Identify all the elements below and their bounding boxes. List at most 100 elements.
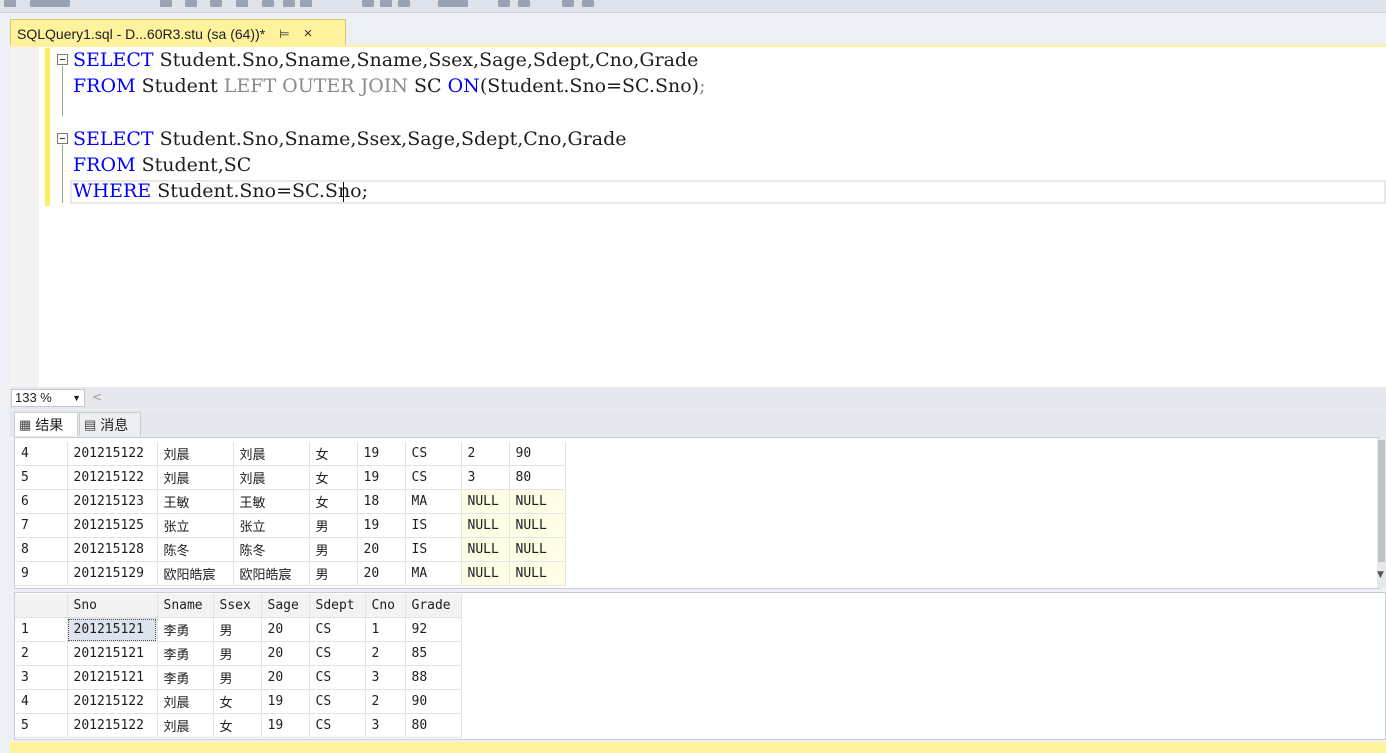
table-cell[interactable]: 201215123 bbox=[67, 489, 158, 514]
table-row[interactable]: 9 201215129 欧阳皓宸 欧阳皓宸男 20 MA NULL NULL bbox=[15, 561, 566, 586]
table-cell[interactable]: MA bbox=[405, 561, 462, 586]
table-cell[interactable]: 刘晨 bbox=[157, 442, 234, 466]
code-line[interactable]: SELECT Student.Sno,Sname,Sname,Ssex,Sage… bbox=[73, 47, 698, 73]
table-cell[interactable]: 女 bbox=[213, 713, 262, 738]
toolbar-dropdown[interactable] bbox=[30, 0, 70, 7]
toolbar-button-icon[interactable] bbox=[518, 0, 530, 7]
table-cell[interactable]: 201215121 bbox=[67, 617, 158, 642]
code-line[interactable]: WHERE Student.Sno=SC.Sno; bbox=[73, 178, 368, 204]
row-number[interactable]: 8 bbox=[15, 537, 68, 562]
table-row[interactable]: 2 201215121 李勇男 20 CS 2 85 bbox=[15, 641, 462, 666]
scroll-thumb[interactable] bbox=[1378, 440, 1385, 562]
toolbar-button-icon[interactable] bbox=[160, 0, 172, 7]
table-cell[interactable]: 201215128 bbox=[67, 537, 158, 562]
table-cell[interactable]: 19 bbox=[261, 713, 310, 738]
table-cell[interactable]: 19 bbox=[261, 689, 310, 714]
table-cell[interactable]: MA bbox=[405, 489, 462, 514]
table-cell[interactable]: 男 bbox=[213, 641, 262, 666]
table-row[interactable]: 5 201215122 刘晨 刘晨女 19 CS 3 80 bbox=[15, 465, 566, 490]
table-cell[interactable]: 陈冬 bbox=[157, 537, 234, 562]
table-cell[interactable]: 201215125 bbox=[67, 513, 158, 538]
query-tab[interactable]: SQLQuery1.sql - D...60R3.stu (sa (64))* … bbox=[10, 19, 346, 47]
table-row[interactable]: 1 201215121 李勇男 20 CS 1 92 bbox=[15, 617, 462, 642]
toolbar-button-icon[interactable] bbox=[210, 0, 222, 7]
table-cell[interactable]: NULL bbox=[509, 489, 566, 514]
table-cell[interactable]: 3 bbox=[365, 665, 406, 690]
table-cell[interactable]: 2 bbox=[461, 442, 510, 466]
column-header[interactable]: Sno bbox=[67, 594, 158, 618]
table-cell[interactable]: 欧阳皓宸 bbox=[157, 561, 234, 586]
table-cell[interactable]: 201215129 bbox=[67, 561, 158, 586]
table-cell[interactable]: NULL bbox=[509, 513, 566, 538]
table-cell[interactable]: 刘晨 bbox=[233, 442, 310, 466]
row-number[interactable]: 6 bbox=[15, 489, 68, 514]
table-cell[interactable]: 刘晨 bbox=[157, 689, 214, 714]
table-cell[interactable]: 90 bbox=[509, 442, 566, 466]
table-cell[interactable]: 201215121 bbox=[67, 665, 158, 690]
table-cell[interactable]: 201215122 bbox=[67, 442, 158, 466]
toolbar-button-icon[interactable] bbox=[362, 0, 374, 7]
table-cell[interactable]: 90 bbox=[405, 689, 462, 714]
toolbar-button-icon[interactable] bbox=[498, 0, 510, 7]
table-cell[interactable]: NULL bbox=[461, 561, 510, 586]
table-cell[interactable]: 18 bbox=[357, 489, 406, 514]
tab-results[interactable]: ▦ 结果 bbox=[14, 412, 78, 436]
table-row[interactable]: 8 201215128 陈冬 陈冬男 20 IS NULL NULL bbox=[15, 537, 566, 562]
table-cell[interactable]: 201215122 bbox=[67, 465, 158, 490]
row-number[interactable]: 2 bbox=[15, 641, 68, 666]
scroll-down-icon[interactable]: ▼ bbox=[1377, 570, 1384, 580]
code-line[interactable]: FROM Student LEFT OUTER JOIN SC ON(Stude… bbox=[73, 73, 705, 99]
table-cell[interactable]: CS bbox=[405, 465, 462, 490]
row-number[interactable]: 1 bbox=[15, 617, 68, 642]
column-header[interactable]: Ssex bbox=[213, 594, 262, 618]
table-cell[interactable]: 刘晨 bbox=[233, 465, 310, 490]
table-cell[interactable]: 女 bbox=[213, 689, 262, 714]
row-number[interactable]: 5 bbox=[15, 713, 68, 738]
table-cell[interactable]: 李勇 bbox=[157, 641, 214, 666]
toolbar-button-icon[interactable] bbox=[236, 0, 248, 7]
table-cell[interactable]: NULL bbox=[509, 561, 566, 586]
table-cell[interactable]: 欧阳皓宸 bbox=[233, 561, 310, 586]
table-cell[interactable]: CS bbox=[309, 665, 366, 690]
table-cell[interactable]: 20 bbox=[261, 617, 310, 642]
table-cell[interactable]: NULL bbox=[509, 537, 566, 562]
table-cell[interactable]: NULL bbox=[461, 513, 510, 538]
table-cell[interactable]: 2 bbox=[365, 689, 406, 714]
code-line[interactable]: SELECT Student.Sno,Sname,Ssex,Sage,Sdept… bbox=[73, 126, 627, 152]
row-number[interactable]: 5 bbox=[15, 465, 68, 490]
column-header[interactable]: Sage bbox=[261, 594, 310, 618]
toolbar-button-icon[interactable] bbox=[562, 0, 574, 7]
table-cell[interactable]: 20 bbox=[261, 641, 310, 666]
row-number[interactable]: 7 bbox=[15, 513, 68, 538]
table-cell[interactable]: 201215122 bbox=[67, 713, 158, 738]
table-cell[interactable]: CS bbox=[309, 713, 366, 738]
tab-messages[interactable]: ▤ 消息 bbox=[79, 412, 141, 436]
table-cell[interactable]: 男 bbox=[213, 665, 262, 690]
table-cell[interactable]: 85 bbox=[405, 641, 462, 666]
table-cell[interactable]: CS bbox=[309, 617, 366, 642]
column-header[interactable]: Grade bbox=[405, 594, 462, 618]
table-cell[interactable]: IS bbox=[405, 537, 462, 562]
table-row[interactable]: 4 201215122 刘晨 刘晨女 19 CS 2 90 bbox=[15, 442, 566, 466]
table-cell[interactable]: 20 bbox=[357, 561, 406, 586]
table-cell[interactable]: 李勇 bbox=[157, 665, 214, 690]
column-header[interactable]: Cno bbox=[365, 594, 406, 618]
code-line[interactable]: FROM Student,SC bbox=[73, 152, 251, 178]
table-cell[interactable]: 80 bbox=[405, 713, 462, 738]
table-cell[interactable]: 男 bbox=[309, 513, 358, 538]
table-cell[interactable]: 1 bbox=[365, 617, 406, 642]
table-cell[interactable]: 3 bbox=[365, 713, 406, 738]
table-cell[interactable]: 2 bbox=[365, 641, 406, 666]
row-number[interactable]: 9 bbox=[15, 561, 68, 586]
row-number[interactable]: 4 bbox=[15, 689, 68, 714]
column-header[interactable]: Sname bbox=[157, 594, 214, 618]
table-row[interactable]: 4 201215122 刘晨女 19 CS 2 90 bbox=[15, 689, 462, 714]
toolbar-button-icon[interactable] bbox=[300, 0, 312, 7]
table-cell[interactable]: 80 bbox=[509, 465, 566, 490]
table-cell[interactable]: 201215121 bbox=[67, 641, 158, 666]
column-header[interactable]: Sdept bbox=[309, 594, 366, 618]
collapse-icon[interactable] bbox=[57, 54, 68, 65]
table-cell[interactable]: NULL bbox=[461, 489, 510, 514]
toolbar-button-icon[interactable] bbox=[380, 0, 392, 7]
toolbar-button-icon[interactable] bbox=[4, 0, 16, 7]
